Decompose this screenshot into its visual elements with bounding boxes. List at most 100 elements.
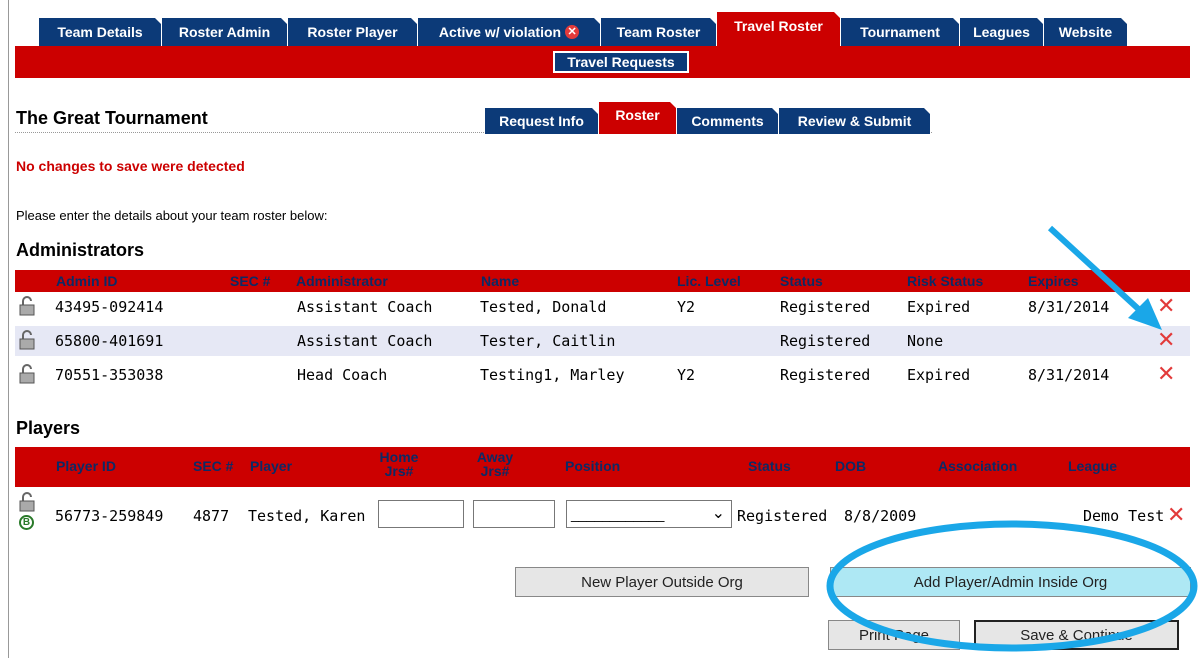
tab-label: Comments bbox=[691, 113, 764, 129]
table-row: 43495-092414 Assistant Coach Tested, Don… bbox=[15, 292, 1190, 322]
tab-comments[interactable]: Comments bbox=[677, 108, 779, 134]
col-player-id: Player ID bbox=[56, 458, 116, 474]
col-away-jrs: Away Jrs# bbox=[476, 449, 514, 479]
unlock-icon bbox=[19, 492, 35, 512]
col-name: Name bbox=[481, 273, 520, 289]
button-label: New Player Outside Org bbox=[581, 573, 743, 591]
tab-label: Roster Admin bbox=[178, 24, 271, 40]
col-status: Status bbox=[748, 458, 791, 474]
col-dob: DOB bbox=[835, 458, 867, 474]
col-sec: SEC # bbox=[193, 458, 234, 474]
col-league: League bbox=[1068, 458, 1118, 474]
remove-icon[interactable]: ✕ bbox=[1157, 295, 1175, 317]
page-title: The Great Tournament bbox=[16, 108, 208, 128]
tab-label: Team Roster bbox=[616, 24, 701, 40]
player-sec: 4877 bbox=[193, 507, 230, 525]
tab-active-violation[interactable]: Active w/ violation ✕ bbox=[418, 18, 601, 46]
player-dob: 8/8/2009 bbox=[844, 507, 917, 525]
admin-id: 70551-353038 bbox=[55, 366, 164, 384]
tab-tournament[interactable]: Tournament bbox=[841, 18, 960, 46]
admin-role: Assistant Coach bbox=[297, 298, 433, 316]
unlock-icon bbox=[19, 296, 35, 316]
admin-table-header: Admin ID SEC # Administrator Name Lic. L… bbox=[15, 270, 1190, 292]
admin-status: Registered bbox=[780, 332, 871, 350]
remove-icon[interactable]: ✕ bbox=[1167, 504, 1185, 526]
add-player-admin-inside-org-button[interactable]: Add Player/Admin Inside Org bbox=[830, 567, 1191, 597]
table-row: 70551-353038 Head Coach Testing1, Marley… bbox=[15, 360, 1190, 390]
position-select-value: ____________ bbox=[571, 506, 665, 522]
col-admin-id: Admin ID bbox=[56, 273, 118, 289]
remove-icon[interactable]: ✕ bbox=[1157, 329, 1175, 351]
admin-expires: 8/31/2014 bbox=[1028, 298, 1110, 316]
violation-icon: ✕ bbox=[565, 25, 580, 39]
tab-travel-roster[interactable]: Travel Roster bbox=[717, 12, 841, 46]
button-label: Print Page bbox=[858, 626, 930, 644]
tab-team-details[interactable]: Team Details bbox=[39, 18, 162, 46]
player-id: 56773-259849 bbox=[55, 507, 164, 525]
col-expires: Expires bbox=[1028, 273, 1079, 289]
tab-leagues[interactable]: Leagues bbox=[960, 18, 1044, 46]
tab-roster-admin[interactable]: Roster Admin bbox=[162, 18, 288, 46]
position-select[interactable]: ____________ ⌄ bbox=[566, 500, 732, 528]
tab-request-info[interactable]: Request Info bbox=[485, 108, 599, 134]
tab-website[interactable]: Website bbox=[1044, 18, 1128, 46]
admin-status: Registered bbox=[780, 366, 871, 384]
tab-label: Leagues bbox=[973, 24, 1030, 40]
admin-risk: None bbox=[907, 332, 944, 350]
tab-label: Roster bbox=[615, 107, 660, 123]
admin-id: 43495-092414 bbox=[55, 298, 164, 316]
admin-expires: 8/31/2014 bbox=[1028, 366, 1110, 384]
admin-role: Head Coach bbox=[297, 366, 388, 384]
col-home-jrs: Home Jrs# bbox=[379, 449, 419, 479]
admin-name: Tested, Donald bbox=[480, 298, 607, 316]
player-league: Demo Test bbox=[1083, 507, 1165, 525]
tab-review-submit[interactable]: Review & Submit bbox=[779, 108, 931, 134]
home-jersey-input[interactable] bbox=[378, 500, 464, 528]
admin-name: Tester, Caitlin bbox=[480, 332, 616, 350]
col-player: Player bbox=[250, 458, 293, 474]
col-sec: SEC # bbox=[230, 273, 271, 289]
print-page-button[interactable]: Print Page bbox=[828, 620, 960, 650]
status-message: No changes to save were detected bbox=[16, 158, 245, 174]
col-lic-level: Lic. Level bbox=[677, 273, 741, 289]
tab-label: Travel Roster bbox=[734, 18, 823, 34]
unlock-icon bbox=[19, 330, 35, 350]
tab-label: Roster Player bbox=[307, 24, 398, 40]
away-jersey-input[interactable] bbox=[473, 500, 555, 528]
admin-risk: Expired bbox=[907, 298, 971, 316]
admin-role: Assistant Coach bbox=[297, 332, 433, 350]
button-label: Add Player/Admin Inside Org bbox=[913, 573, 1108, 591]
tab-label: Review & Submit bbox=[797, 113, 912, 129]
admin-id: 65800-401691 bbox=[55, 332, 164, 350]
admin-lic: Y2 bbox=[677, 366, 696, 384]
save-continue-button[interactable]: Save & Continue bbox=[974, 620, 1179, 650]
admin-status: Registered bbox=[780, 298, 871, 316]
col-administrator: Administrator bbox=[296, 273, 388, 289]
subnav-travel-requests[interactable]: Travel Requests bbox=[553, 51, 689, 73]
tab-label: Request Info bbox=[499, 113, 584, 129]
col-association: Association bbox=[938, 458, 1018, 474]
col-position: Position bbox=[565, 458, 621, 474]
player-name: Tested, Karen bbox=[248, 507, 366, 525]
admin-lic: Y2 bbox=[677, 298, 696, 316]
administrators-heading: Administrators bbox=[16, 240, 145, 260]
tab-team-roster[interactable]: Team Roster bbox=[601, 18, 717, 46]
col-risk-status: Risk Status bbox=[907, 273, 984, 289]
table-row: 65800-401691 Assistant Coach Tester, Cai… bbox=[15, 326, 1190, 356]
admin-risk: Expired bbox=[907, 366, 971, 384]
col-status: Status bbox=[780, 273, 823, 289]
subnav-label: Travel Requests bbox=[567, 54, 675, 70]
player-table-header: Player ID SEC # Player Home Jrs# Away Jr… bbox=[15, 447, 1190, 487]
admin-name: Testing1, Marley bbox=[480, 366, 625, 384]
new-player-outside-org-button[interactable]: New Player Outside Org bbox=[515, 567, 809, 597]
table-row: B 56773-259849 4877 Tested, Karen ______… bbox=[15, 490, 1190, 540]
remove-icon[interactable]: ✕ bbox=[1157, 363, 1175, 385]
tab-label: Tournament bbox=[860, 24, 940, 40]
instructions: Please enter the details about your team… bbox=[16, 208, 328, 223]
tab-roster-player[interactable]: Roster Player bbox=[288, 18, 418, 46]
chevron-down-icon: ⌄ bbox=[711, 505, 725, 522]
tab-roster[interactable]: Roster bbox=[599, 102, 677, 134]
unlock-icon bbox=[19, 364, 35, 384]
page-left-border bbox=[8, 0, 9, 658]
button-label: Save & Continue bbox=[1020, 626, 1133, 644]
